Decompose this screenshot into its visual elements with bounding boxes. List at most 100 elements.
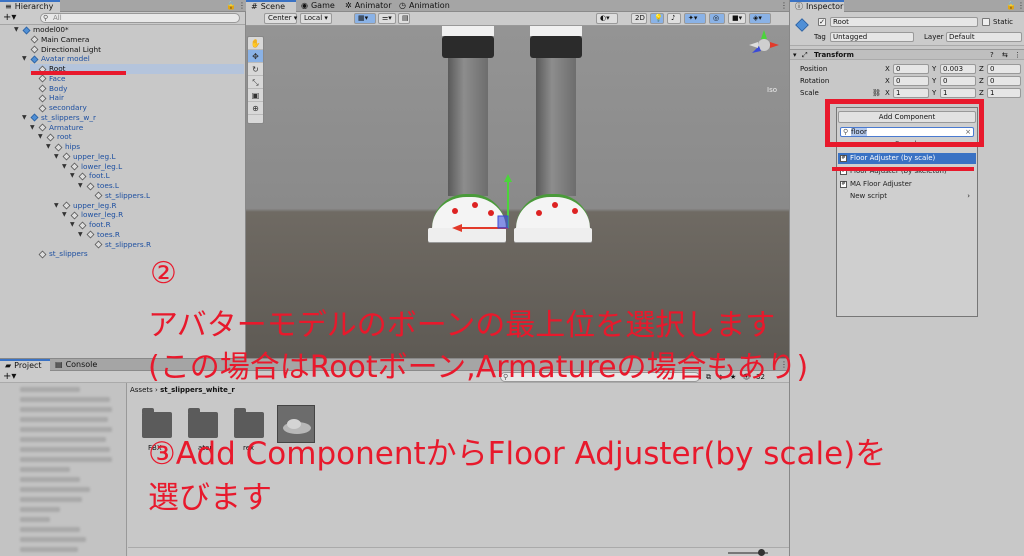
tab-game[interactable]: ◉ Game bbox=[296, 0, 340, 12]
expand-arrow-icon[interactable]: ▼ bbox=[54, 152, 60, 162]
kebab-menu-icon[interactable]: ⋮ bbox=[238, 1, 246, 10]
expand-arrow-icon[interactable]: ▼ bbox=[22, 54, 28, 64]
hidden-objects-toggle[interactable]: ◎ bbox=[709, 13, 725, 24]
tab-inspector[interactable]: ⓘ Inspector bbox=[790, 0, 844, 12]
static-checkbox[interactable] bbox=[982, 18, 990, 26]
mode-2d-button[interactable]: 2D bbox=[631, 13, 647, 24]
hierarchy-item[interactable]: ▼ Armature bbox=[30, 123, 244, 133]
folder-row[interactable] bbox=[20, 547, 78, 552]
hierarchy-item[interactable]: Face bbox=[30, 74, 244, 84]
move-tool-icon[interactable]: ✥ bbox=[248, 50, 263, 63]
expand-arrow-icon[interactable]: ▼ bbox=[22, 113, 28, 123]
kebab-menu-icon[interactable]: ⋮ bbox=[1014, 50, 1021, 60]
move-gizmo[interactable] bbox=[446, 172, 516, 236]
expand-arrow-icon[interactable]: ▼ bbox=[62, 210, 68, 220]
hierarchy-item[interactable]: Main Camera bbox=[22, 35, 244, 45]
hierarchy-item[interactable]: ▼ lower_leg.R bbox=[62, 210, 244, 220]
presets-icon[interactable]: ⇆ bbox=[1002, 50, 1008, 60]
scale-x-field[interactable]: 1 bbox=[893, 88, 929, 98]
breadcrumb-root[interactable]: Assets bbox=[130, 386, 153, 394]
tab-animator[interactable]: ✲ Animator bbox=[340, 0, 396, 12]
add-icon[interactable]: +▾ bbox=[3, 371, 16, 383]
expand-arrow-icon[interactable]: ▼ bbox=[54, 201, 60, 211]
position-x-field[interactable]: 0 bbox=[893, 64, 929, 74]
expand-arrow-icon[interactable]: ▼ bbox=[38, 132, 44, 142]
hierarchy-item[interactable]: st_slippers.L bbox=[86, 191, 244, 201]
result-ma-floor-adjuster[interactable]: # MA Floor Adjuster bbox=[838, 179, 976, 190]
help-icon[interactable]: ? bbox=[990, 50, 994, 60]
hierarchy-item[interactable]: secondary bbox=[30, 103, 244, 113]
add-icon[interactable]: +▾ bbox=[3, 12, 16, 24]
hierarchy-item[interactable]: ▼ hips bbox=[46, 142, 244, 152]
transform-tool-icon[interactable]: ⊕ bbox=[248, 102, 263, 115]
expand-arrow-icon[interactable]: ▼ bbox=[70, 171, 76, 181]
hierarchy-item[interactable]: ▼ upper_leg.L bbox=[54, 152, 244, 162]
folder-row[interactable] bbox=[20, 447, 110, 452]
layer-dropdown[interactable]: Default bbox=[946, 32, 1022, 42]
breadcrumb-current[interactable]: st_slippers_white_r bbox=[160, 386, 235, 394]
scale-y-field[interactable]: 1 bbox=[940, 88, 976, 98]
folder-row[interactable] bbox=[20, 497, 82, 502]
expand-arrow-icon[interactable]: ▼ bbox=[46, 142, 52, 152]
hierarchy-search-input[interactable]: ⚲ All bbox=[40, 13, 240, 23]
audio-toggle[interactable]: ♪ bbox=[667, 13, 681, 24]
folder-row[interactable] bbox=[20, 487, 90, 492]
folder-row[interactable] bbox=[20, 507, 60, 512]
snap-increment-button[interactable]: ⚌▾ bbox=[378, 13, 396, 24]
hierarchy-item[interactable]: ▼ foot.L bbox=[70, 171, 244, 181]
hierarchy-item[interactable]: ▼ model00* bbox=[14, 25, 244, 35]
draw-mode-button[interactable]: ◐▾ bbox=[596, 13, 618, 24]
rotate-tool-icon[interactable]: ↻ bbox=[248, 63, 263, 76]
effects-dropdown[interactable]: ✦▾ bbox=[684, 13, 706, 24]
kebab-menu-icon[interactable]: ⋮ bbox=[1017, 1, 1024, 10]
folder-row[interactable] bbox=[20, 467, 70, 472]
hierarchy-item[interactable]: ▼ upper_leg.R bbox=[54, 201, 244, 211]
folder-row[interactable] bbox=[20, 407, 112, 412]
tab-project[interactable]: ▰ Project bbox=[0, 359, 50, 371]
folder-row[interactable] bbox=[20, 387, 80, 392]
folder-row[interactable] bbox=[20, 397, 110, 402]
result-new-script[interactable]: New script › bbox=[838, 191, 976, 202]
folder-row[interactable] bbox=[20, 457, 112, 462]
object-name-field[interactable]: Root bbox=[830, 17, 978, 27]
rotation-y-field[interactable]: 0 bbox=[940, 76, 976, 86]
tag-dropdown[interactable]: Untagged bbox=[830, 32, 914, 42]
gizmos-dropdown[interactable]: ◈▾ bbox=[749, 13, 771, 24]
scale-tool-icon[interactable]: ⤡ bbox=[248, 76, 263, 89]
transform-component-header[interactable]: ▾ ⤢ Transform ? ⇆ ⋮ bbox=[790, 49, 1024, 60]
hierarchy-item[interactable]: ▼ foot.R bbox=[70, 220, 244, 230]
hierarchy-item[interactable]: st_slippers.R bbox=[86, 240, 244, 250]
camera-dropdown[interactable]: ■▾ bbox=[728, 13, 746, 24]
tab-scene[interactable]: # Scene bbox=[246, 0, 296, 12]
active-checkbox[interactable]: ✓ bbox=[818, 18, 826, 26]
result-floor-adjuster-by-scale[interactable]: # Floor Adjuster (by scale) bbox=[838, 153, 976, 164]
hierarchy-item[interactable]: ▼ root bbox=[38, 132, 244, 142]
folder-row[interactable] bbox=[20, 417, 108, 422]
hierarchy-item[interactable]: ▼ lower_leg.L bbox=[62, 162, 244, 172]
grid-snap-button[interactable]: ▦▾ bbox=[354, 13, 376, 24]
hierarchy-item[interactable]: ▼ toes.R bbox=[78, 230, 244, 240]
hierarchy-item[interactable]: ▼ st_slippers_w_r bbox=[22, 113, 244, 123]
kebab-menu-icon[interactable]: ⋮ bbox=[780, 1, 788, 10]
lock-icon[interactable]: 🔒 bbox=[1006, 1, 1016, 10]
expand-arrow-icon[interactable]: ▼ bbox=[14, 25, 20, 35]
tab-hierarchy[interactable]: ≡ Hierarchy bbox=[0, 0, 60, 12]
folder-row[interactable] bbox=[20, 437, 106, 442]
rect-tool-icon[interactable]: ▣ bbox=[248, 89, 263, 102]
expand-arrow-icon[interactable]: ▼ bbox=[30, 123, 36, 133]
pivot-mode-dropdown[interactable]: Center ▾ bbox=[264, 13, 297, 24]
hierarchy-item[interactable]: st_slippers bbox=[30, 249, 244, 259]
zoom-slider-handle[interactable] bbox=[758, 549, 765, 556]
expand-arrow-icon[interactable]: ▼ bbox=[62, 162, 68, 172]
foldout-arrow-icon[interactable]: ▾ bbox=[793, 50, 797, 60]
folder-row[interactable] bbox=[20, 527, 80, 532]
tab-console[interactable]: ▤ Console bbox=[50, 359, 102, 371]
rotation-z-field[interactable]: 0 bbox=[987, 76, 1021, 86]
expand-arrow-icon[interactable]: ▼ bbox=[78, 230, 84, 240]
folder-row[interactable] bbox=[20, 477, 80, 482]
position-y-field[interactable]: 0.003 bbox=[940, 64, 976, 74]
hierarchy-item[interactable]: Directional Light bbox=[22, 45, 244, 55]
orientation-gizmo-icon[interactable] bbox=[747, 28, 781, 62]
folder-row[interactable] bbox=[20, 537, 86, 542]
lighting-toggle[interactable]: 💡 bbox=[650, 13, 664, 24]
